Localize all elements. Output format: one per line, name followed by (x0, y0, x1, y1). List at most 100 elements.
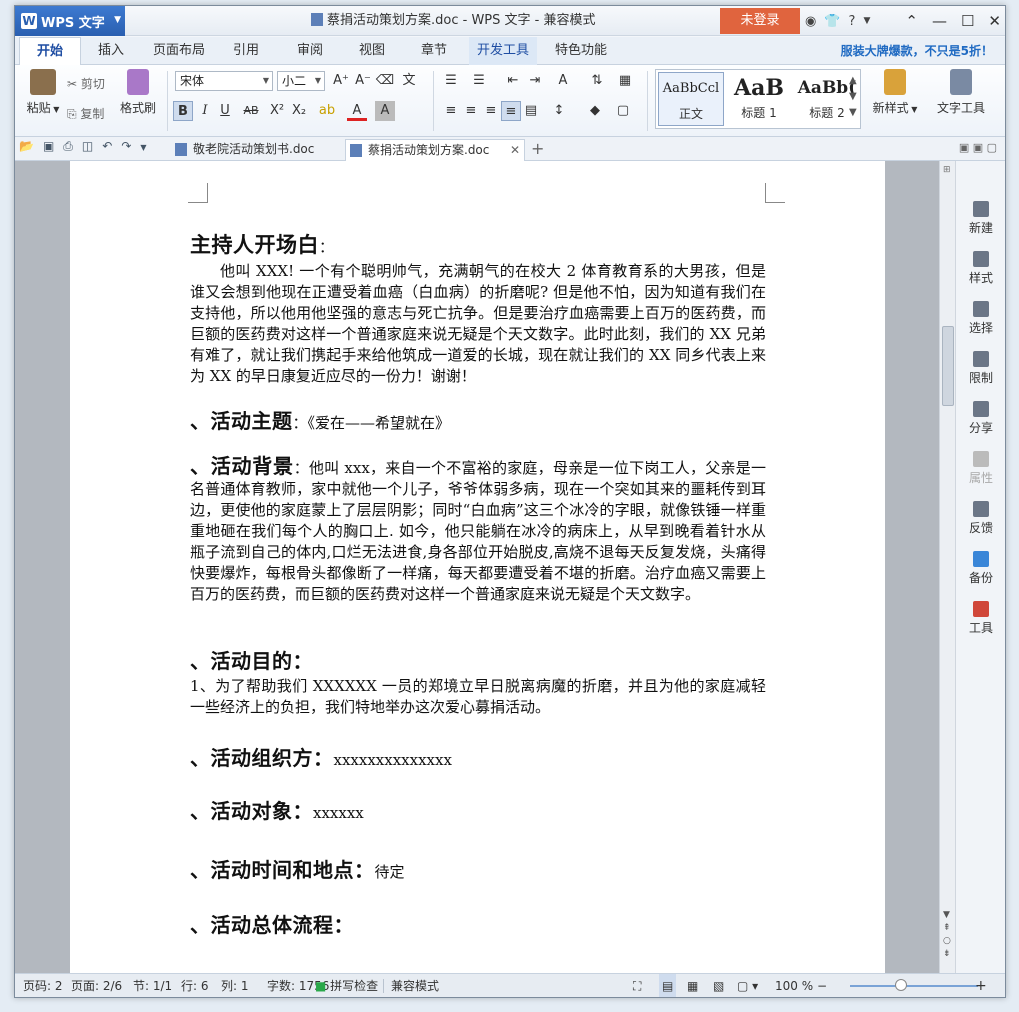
font-name-select[interactable]: 宋体 ▼ (175, 71, 273, 91)
distribute-icon[interactable]: ▤ (521, 101, 541, 121)
paste-button[interactable]: 粘贴 ▼ (23, 69, 63, 116)
bold-icon[interactable]: B (173, 101, 193, 121)
chat-icon (973, 501, 989, 517)
increase-indent-icon[interactable]: ⇥ (525, 71, 545, 91)
status-pages[interactable]: 页面: 2/6 (71, 974, 122, 997)
tab-review[interactable]: 审阅 (285, 37, 335, 65)
highlight-icon[interactable]: ab (317, 101, 337, 121)
chevron-down-icon[interactable]: ▼ (140, 139, 146, 157)
panel-backup[interactable]: 备份 (956, 551, 1005, 586)
undo-icon[interactable]: ↶ (102, 139, 112, 157)
panel-feedback[interactable]: 反馈 (956, 501, 1005, 536)
scroll-thumb[interactable] (942, 326, 954, 406)
view-outline-icon[interactable]: ▦ (687, 974, 698, 997)
tab-insert[interactable]: 插入 (85, 37, 137, 65)
tab-chapter[interactable]: 章节 (409, 37, 459, 65)
fill-icon[interactable]: ◆ (585, 101, 605, 121)
zoom-slider-knob[interactable] (895, 979, 907, 991)
underline-icon[interactable]: U (215, 101, 235, 121)
minimize-button[interactable]: — (932, 12, 947, 30)
document-page[interactable]: 主持人开场白： 他叫 XXX! 一个有个聪明帅气，充满朝气的在校大 2 体育教育… (70, 161, 885, 973)
bullet-list-icon[interactable]: ☰ (441, 71, 461, 91)
paste-label: 粘贴 (26, 101, 51, 115)
char-shading-icon[interactable]: A (375, 101, 395, 121)
style-heading-1[interactable]: AaB 标题 1 (726, 72, 792, 126)
new-tab-button[interactable]: + (527, 139, 551, 161)
preview-icon[interactable]: ◫ (82, 139, 93, 157)
italic-icon[interactable]: I (195, 101, 215, 121)
redo-icon[interactable]: ↷ (121, 139, 131, 157)
table-icon[interactable]: ▦ (615, 71, 635, 91)
font-color-icon[interactable]: A (347, 101, 367, 121)
justify-icon[interactable]: ≡ (501, 101, 521, 121)
panel-new[interactable]: 新建 (956, 201, 1005, 236)
tab-developer[interactable]: 开发工具 (469, 37, 537, 65)
shirt-icon[interactable]: 👕 (824, 14, 840, 29)
status-page-number[interactable]: 页码: 2 (23, 974, 63, 997)
view-web-icon[interactable]: ▧ (713, 974, 724, 997)
zoom-level[interactable]: 100 % (775, 974, 813, 997)
open-icon[interactable]: 📂 (19, 139, 34, 157)
split-icon[interactable]: ⊞ (943, 165, 951, 175)
zoom-in-icon[interactable]: + (975, 974, 987, 997)
help-icon[interactable]: ? (849, 14, 856, 29)
shrink-font-icon[interactable]: A⁻ (353, 71, 373, 91)
app-menu-button[interactable]: W WPS 文字 ▼ (15, 6, 125, 36)
vertical-scrollbar[interactable]: ⊞ ▼ ⇞ ○ ⇟ (939, 161, 955, 973)
print-icon[interactable]: ⎙ (63, 139, 73, 157)
tab-view[interactable]: 视图 (347, 37, 397, 65)
subscript-icon[interactable]: X₂ (289, 101, 309, 121)
collapse-ribbon-icon[interactable]: ⌃ (905, 12, 918, 30)
align-right-icon[interactable]: ≡ (481, 101, 501, 121)
copy-button[interactable]: ⎘ 复制 (67, 105, 104, 122)
zoom-slider[interactable] (850, 985, 978, 987)
skin-icon[interactable]: ◉ (805, 14, 816, 29)
view-fullscreen-icon[interactable]: ⛶ (633, 974, 641, 997)
clear-format-icon[interactable]: ⌫ (375, 71, 395, 91)
promo-link[interactable]: 服装大牌爆款，不只是5折！ (841, 37, 993, 65)
cut-button[interactable]: ✂ 剪切 (67, 75, 105, 92)
tab-special[interactable]: 特色功能 (547, 37, 615, 65)
close-tab-icon[interactable]: ✕ (510, 140, 520, 160)
save-icon[interactable]: ▣ (43, 139, 54, 157)
zoom-out-icon[interactable]: − (817, 974, 827, 997)
panel-share[interactable]: 分享 (956, 401, 1005, 436)
doc-tab-1[interactable]: 敬老院活动策划书.doc (171, 139, 341, 161)
superscript-icon[interactable]: X² (267, 101, 287, 121)
panel-tools[interactable]: 工具 (956, 601, 1005, 636)
sort-icon[interactable]: ⇅ (587, 71, 607, 91)
tab-options-icon[interactable]: ▣ ▣ ▢ (959, 141, 997, 154)
chevron-down-icon[interactable]: ▼ (863, 16, 870, 26)
tab-references[interactable]: 引用 (221, 37, 271, 65)
tab-home[interactable]: 开始 (19, 37, 81, 65)
font-size-select[interactable]: 小二 ▼ (277, 71, 325, 91)
phonetic-icon[interactable]: 文 (399, 71, 419, 91)
close-button[interactable]: ✕ (988, 12, 1001, 30)
login-button[interactable]: 未登录 (720, 8, 800, 34)
page-nav-icons[interactable]: ▼ ⇞ ○ ⇟ (943, 909, 951, 961)
text-direction-icon[interactable]: A (553, 71, 573, 91)
align-center-icon[interactable]: ≡ (461, 101, 481, 121)
align-left-icon[interactable]: ≡ (441, 101, 461, 121)
style-scroll[interactable]: ▲ ▼ ▼ (849, 73, 857, 121)
spell-check[interactable]: ■ 拼写检查 (315, 974, 378, 997)
view-page-icon[interactable]: ▤ (659, 974, 677, 997)
grow-font-icon[interactable]: A⁺ (331, 71, 351, 91)
numbered-list-icon[interactable]: ☰ (469, 71, 489, 91)
decrease-indent-icon[interactable]: ⇤ (503, 71, 523, 91)
document-content[interactable]: 主持人开场白： 他叫 XXX! 一个有个聪明帅气，充满朝气的在校大 2 体育教育… (190, 221, 766, 938)
new-style-button[interactable]: 新样式 ▼ (867, 69, 923, 116)
style-normal[interactable]: AaBbCcl 正文 (658, 72, 724, 126)
panel-restrict[interactable]: 限制 (956, 351, 1005, 386)
text-tools-button[interactable]: 文字工具 (933, 69, 989, 116)
line-spacing-icon[interactable]: ↕ (549, 101, 569, 121)
strikethrough-icon[interactable]: AB (241, 101, 261, 121)
panel-select[interactable]: 选择 (956, 301, 1005, 336)
format-painter-button[interactable]: 格式刷 (115, 69, 161, 116)
panel-style[interactable]: 样式 (956, 251, 1005, 286)
view-reading-icon[interactable]: ▢ ▾ (737, 974, 758, 997)
border-icon[interactable]: ▢ (613, 101, 633, 121)
doc-tab-2[interactable]: 蔡捐活动策划方案.doc ✕ (345, 139, 525, 161)
maximize-button[interactable]: ☐ (961, 12, 974, 30)
tab-page-layout[interactable]: 页面布局 (145, 37, 213, 65)
